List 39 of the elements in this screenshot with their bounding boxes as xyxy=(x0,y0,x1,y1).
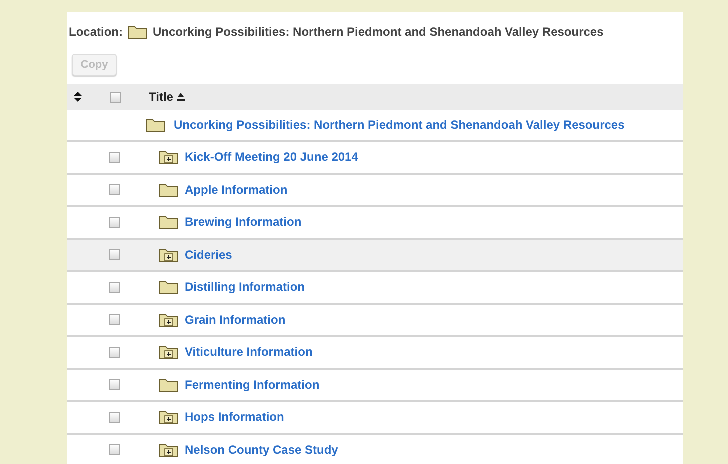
folder-plus-icon xyxy=(159,409,179,426)
folder-link[interactable]: Hops Information xyxy=(185,410,284,424)
folder-plus-icon xyxy=(159,442,179,458)
folder-link[interactable]: Grain Information xyxy=(185,312,286,327)
row-checkbox[interactable] xyxy=(109,412,120,423)
folder-plus-icon xyxy=(159,149,179,166)
row-checkbox[interactable] xyxy=(109,379,120,390)
row-checkbox[interactable] xyxy=(109,346,120,358)
folder-link[interactable]: Cideries xyxy=(185,248,232,262)
folder-link[interactable]: Distilling Information xyxy=(185,280,305,294)
folder-plus-icon xyxy=(159,246,179,263)
row-checkbox[interactable] xyxy=(109,282,120,293)
row-checkbox[interactable] xyxy=(109,184,120,196)
folder-plus-icon xyxy=(159,312,179,328)
folder-link[interactable]: Viticulture Information xyxy=(185,345,313,360)
folder-icon xyxy=(159,214,179,230)
parent-folder-link[interactable]: Uncorking Possibilities: Northern Piedmont and Shenandoah Valley Resources xyxy=(174,118,625,132)
folder-link[interactable]: Apple Information xyxy=(185,182,288,197)
location-label: Location: xyxy=(69,25,123,39)
folder-link[interactable]: Kick-Off Meeting 20 June 2014 xyxy=(185,150,358,164)
folder-icon xyxy=(146,117,166,133)
sort-icon[interactable] xyxy=(73,92,83,102)
row-checkbox[interactable] xyxy=(109,444,120,456)
folder-plus-icon xyxy=(159,344,179,360)
row-checkbox[interactable] xyxy=(109,249,120,260)
folder-icon xyxy=(159,376,179,393)
row-checkbox[interactable] xyxy=(109,216,120,228)
folder-link[interactable]: Fermenting Information xyxy=(185,378,320,392)
folder-icon xyxy=(128,24,148,40)
select-all-checkbox[interactable] xyxy=(110,92,121,102)
sort-ascending-icon[interactable] xyxy=(177,93,186,101)
folder-link[interactable]: Nelson County Case Study xyxy=(185,442,338,457)
location-path: Uncorking Possibilities: Northern Piedmont and Shenandoah Valley Resources xyxy=(153,25,604,39)
title-column-header[interactable]: Title xyxy=(149,90,174,104)
row-checkbox[interactable] xyxy=(109,314,120,326)
folder-icon xyxy=(159,182,179,198)
folder-icon xyxy=(159,279,179,296)
row-checkbox[interactable] xyxy=(109,152,120,163)
folder-link[interactable]: Brewing Information xyxy=(185,215,302,230)
